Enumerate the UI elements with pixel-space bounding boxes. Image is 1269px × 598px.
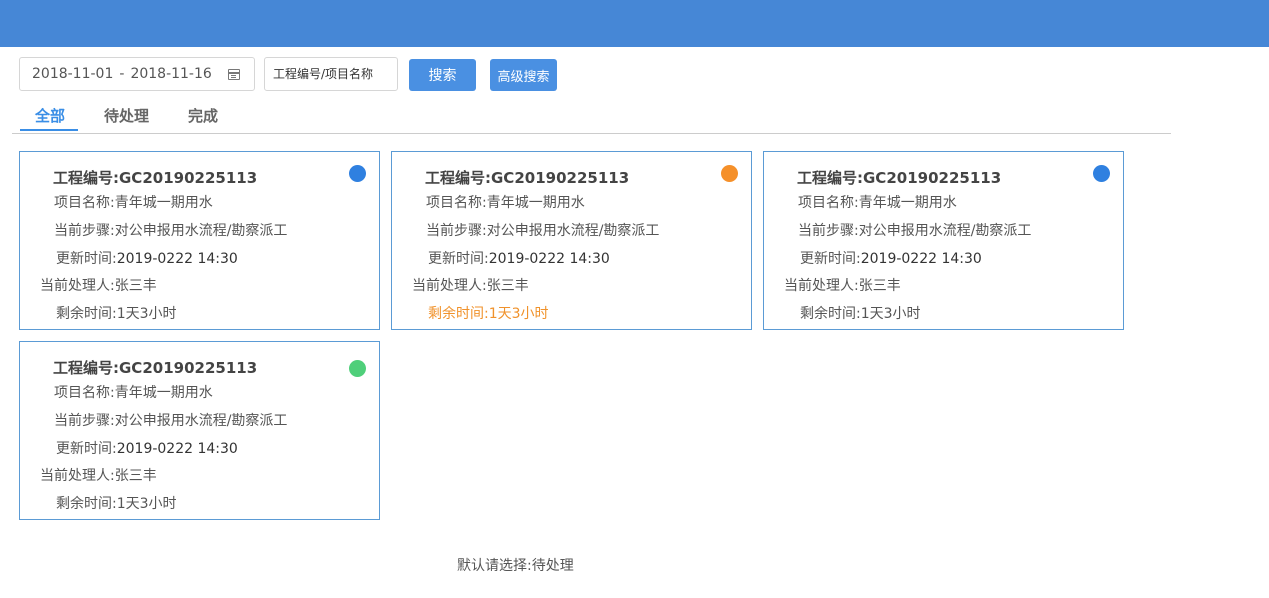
card-remaining-value: 1天3小时 <box>488 306 549 322</box>
calendar-icon[interactable] <box>228 69 240 80</box>
advanced-search-button[interactable]: 高级搜索 <box>490 59 557 91</box>
card-project-value: 青年城一期用水 <box>486 195 585 211</box>
card-remaining-label: 剩余时间: <box>56 496 117 512</box>
card-step-value: 对公申报用水流程/勘察派工 <box>114 413 288 429</box>
card-project-row: 项目名称:青年城一期用水 <box>54 192 213 212</box>
card-step-value: 对公申报用水流程/勘察派工 <box>486 223 660 239</box>
card-code-label: 工程编号: <box>797 169 863 187</box>
card-remaining-row: 剩余时间:1天3小时 <box>56 303 177 323</box>
top-header-bar <box>0 0 1269 47</box>
card-code-row: 工程编号:GC20190225113 <box>53 357 257 378</box>
default-selection-note: 默认请选择:待处理 <box>457 558 574 574</box>
card-code-label: 工程编号: <box>53 359 119 377</box>
card-step-value: 对公申报用水流程/勘察派工 <box>114 223 288 239</box>
card-handler-row: 当前处理人:张三丰 <box>784 275 901 295</box>
card-updated-label: 更新时间: <box>428 251 489 267</box>
date-end: 2018-11-16 <box>130 66 212 82</box>
card-code-label: 工程编号: <box>425 169 491 187</box>
date-start: 2018-11-01 <box>32 66 114 82</box>
card-project-label: 项目名称: <box>54 385 115 401</box>
active-tab-indicator <box>20 129 78 131</box>
card-step-label: 当前步骤: <box>426 223 487 239</box>
card-handler-value: 张三丰 <box>486 278 529 294</box>
card-remaining-label: 剩余时间: <box>428 306 489 322</box>
card-code-row: 工程编号:GC20190225113 <box>797 167 1001 188</box>
card-updated-row: 更新时间:2019-0222 14:30 <box>428 248 610 268</box>
card-updated-label: 更新时间: <box>56 441 117 457</box>
card-remaining-value: 1天3小时 <box>116 306 177 322</box>
date-separator: - <box>119 66 125 82</box>
card-remaining-row: 剩余时间:1天3小时 <box>428 303 549 323</box>
card-project-label: 项目名称: <box>798 195 859 211</box>
card-code-value: GC20190225113 <box>119 169 258 187</box>
tab-pending[interactable]: 待处理 <box>104 105 149 133</box>
card-code-value: GC20190225113 <box>491 169 630 187</box>
card-step-label: 当前步骤: <box>54 413 115 429</box>
card-step-label: 当前步骤: <box>54 223 115 239</box>
card-remaining-label: 剩余时间: <box>800 306 861 322</box>
card-remaining-value: 1天3小时 <box>860 306 921 322</box>
status-dot-icon <box>721 165 738 182</box>
card-handler-label: 当前处理人: <box>412 278 487 294</box>
date-range-picker[interactable]: 2018-11-01 - 2018-11-16 <box>19 57 255 91</box>
card-step-label: 当前步骤: <box>798 223 859 239</box>
keyword-search-input[interactable] <box>264 57 398 91</box>
status-dot-icon <box>349 360 366 377</box>
card-updated-value: 2019-0222 14:30 <box>116 251 238 267</box>
work-order-card[interactable]: 工程编号:GC20190225113 项目名称:青年城一期用水 当前步骤:对公申报用… <box>391 151 752 330</box>
card-project-label: 项目名称: <box>54 195 115 211</box>
card-handler-label: 当前处理人: <box>784 278 859 294</box>
work-order-card[interactable]: 工程编号:GC20190225113 项目名称:青年城一期用水 当前步骤:对公申报用… <box>19 341 380 520</box>
card-project-label: 项目名称: <box>426 195 487 211</box>
card-code-row: 工程编号:GC20190225113 <box>53 167 257 188</box>
search-button[interactable]: 搜索 <box>409 59 476 91</box>
card-step-row: 当前步骤:对公申报用水流程/勘察派工 <box>54 410 287 430</box>
card-step-value: 对公申报用水流程/勘察派工 <box>858 223 1032 239</box>
card-step-row: 当前步骤:对公申报用水流程/勘察派工 <box>426 220 659 240</box>
work-order-card[interactable]: 工程编号:GC20190225113 项目名称:青年城一期用水 当前步骤:对公申报用… <box>19 151 380 330</box>
card-code-value: GC20190225113 <box>119 359 258 377</box>
status-dot-icon <box>1093 165 1110 182</box>
card-handler-label: 当前处理人: <box>40 468 115 484</box>
card-remaining-row: 剩余时间:1天3小时 <box>800 303 921 323</box>
card-updated-row: 更新时间:2019-0222 14:30 <box>800 248 982 268</box>
card-project-value: 青年城一期用水 <box>858 195 957 211</box>
card-handler-value: 张三丰 <box>114 468 157 484</box>
card-remaining-label: 剩余时间: <box>56 306 117 322</box>
card-project-row: 项目名称:青年城一期用水 <box>798 192 957 212</box>
card-updated-row: 更新时间:2019-0222 14:30 <box>56 248 238 268</box>
card-updated-label: 更新时间: <box>800 251 861 267</box>
card-updated-value: 2019-0222 14:30 <box>860 251 982 267</box>
card-project-value: 青年城一期用水 <box>114 195 213 211</box>
card-code-row: 工程编号:GC20190225113 <box>425 167 629 188</box>
status-dot-icon <box>349 165 366 182</box>
card-project-row: 项目名称:青年城一期用水 <box>426 192 585 212</box>
status-tabs: 全部 待处理 完成 <box>12 101 1171 134</box>
card-project-row: 项目名称:青年城一期用水 <box>54 382 213 402</box>
card-updated-row: 更新时间:2019-0222 14:30 <box>56 438 238 458</box>
card-step-row: 当前步骤:对公申报用水流程/勘察派工 <box>798 220 1031 240</box>
card-updated-value: 2019-0222 14:30 <box>488 251 610 267</box>
card-code-label: 工程编号: <box>53 169 119 187</box>
card-handler-value: 张三丰 <box>858 278 901 294</box>
card-handler-label: 当前处理人: <box>40 278 115 294</box>
card-handler-row: 当前处理人:张三丰 <box>40 465 157 485</box>
card-handler-value: 张三丰 <box>114 278 157 294</box>
card-code-value: GC20190225113 <box>863 169 1002 187</box>
card-updated-value: 2019-0222 14:30 <box>116 441 238 457</box>
card-handler-row: 当前处理人:张三丰 <box>40 275 157 295</box>
card-project-value: 青年城一期用水 <box>114 385 213 401</box>
card-step-row: 当前步骤:对公申报用水流程/勘察派工 <box>54 220 287 240</box>
tab-complete[interactable]: 完成 <box>188 105 218 133</box>
card-updated-label: 更新时间: <box>56 251 117 267</box>
card-handler-row: 当前处理人:张三丰 <box>412 275 529 295</box>
card-remaining-row: 剩余时间:1天3小时 <box>56 493 177 513</box>
card-remaining-value: 1天3小时 <box>116 496 177 512</box>
work-order-card[interactable]: 工程编号:GC20190225113 项目名称:青年城一期用水 当前步骤:对公申报用… <box>763 151 1124 330</box>
